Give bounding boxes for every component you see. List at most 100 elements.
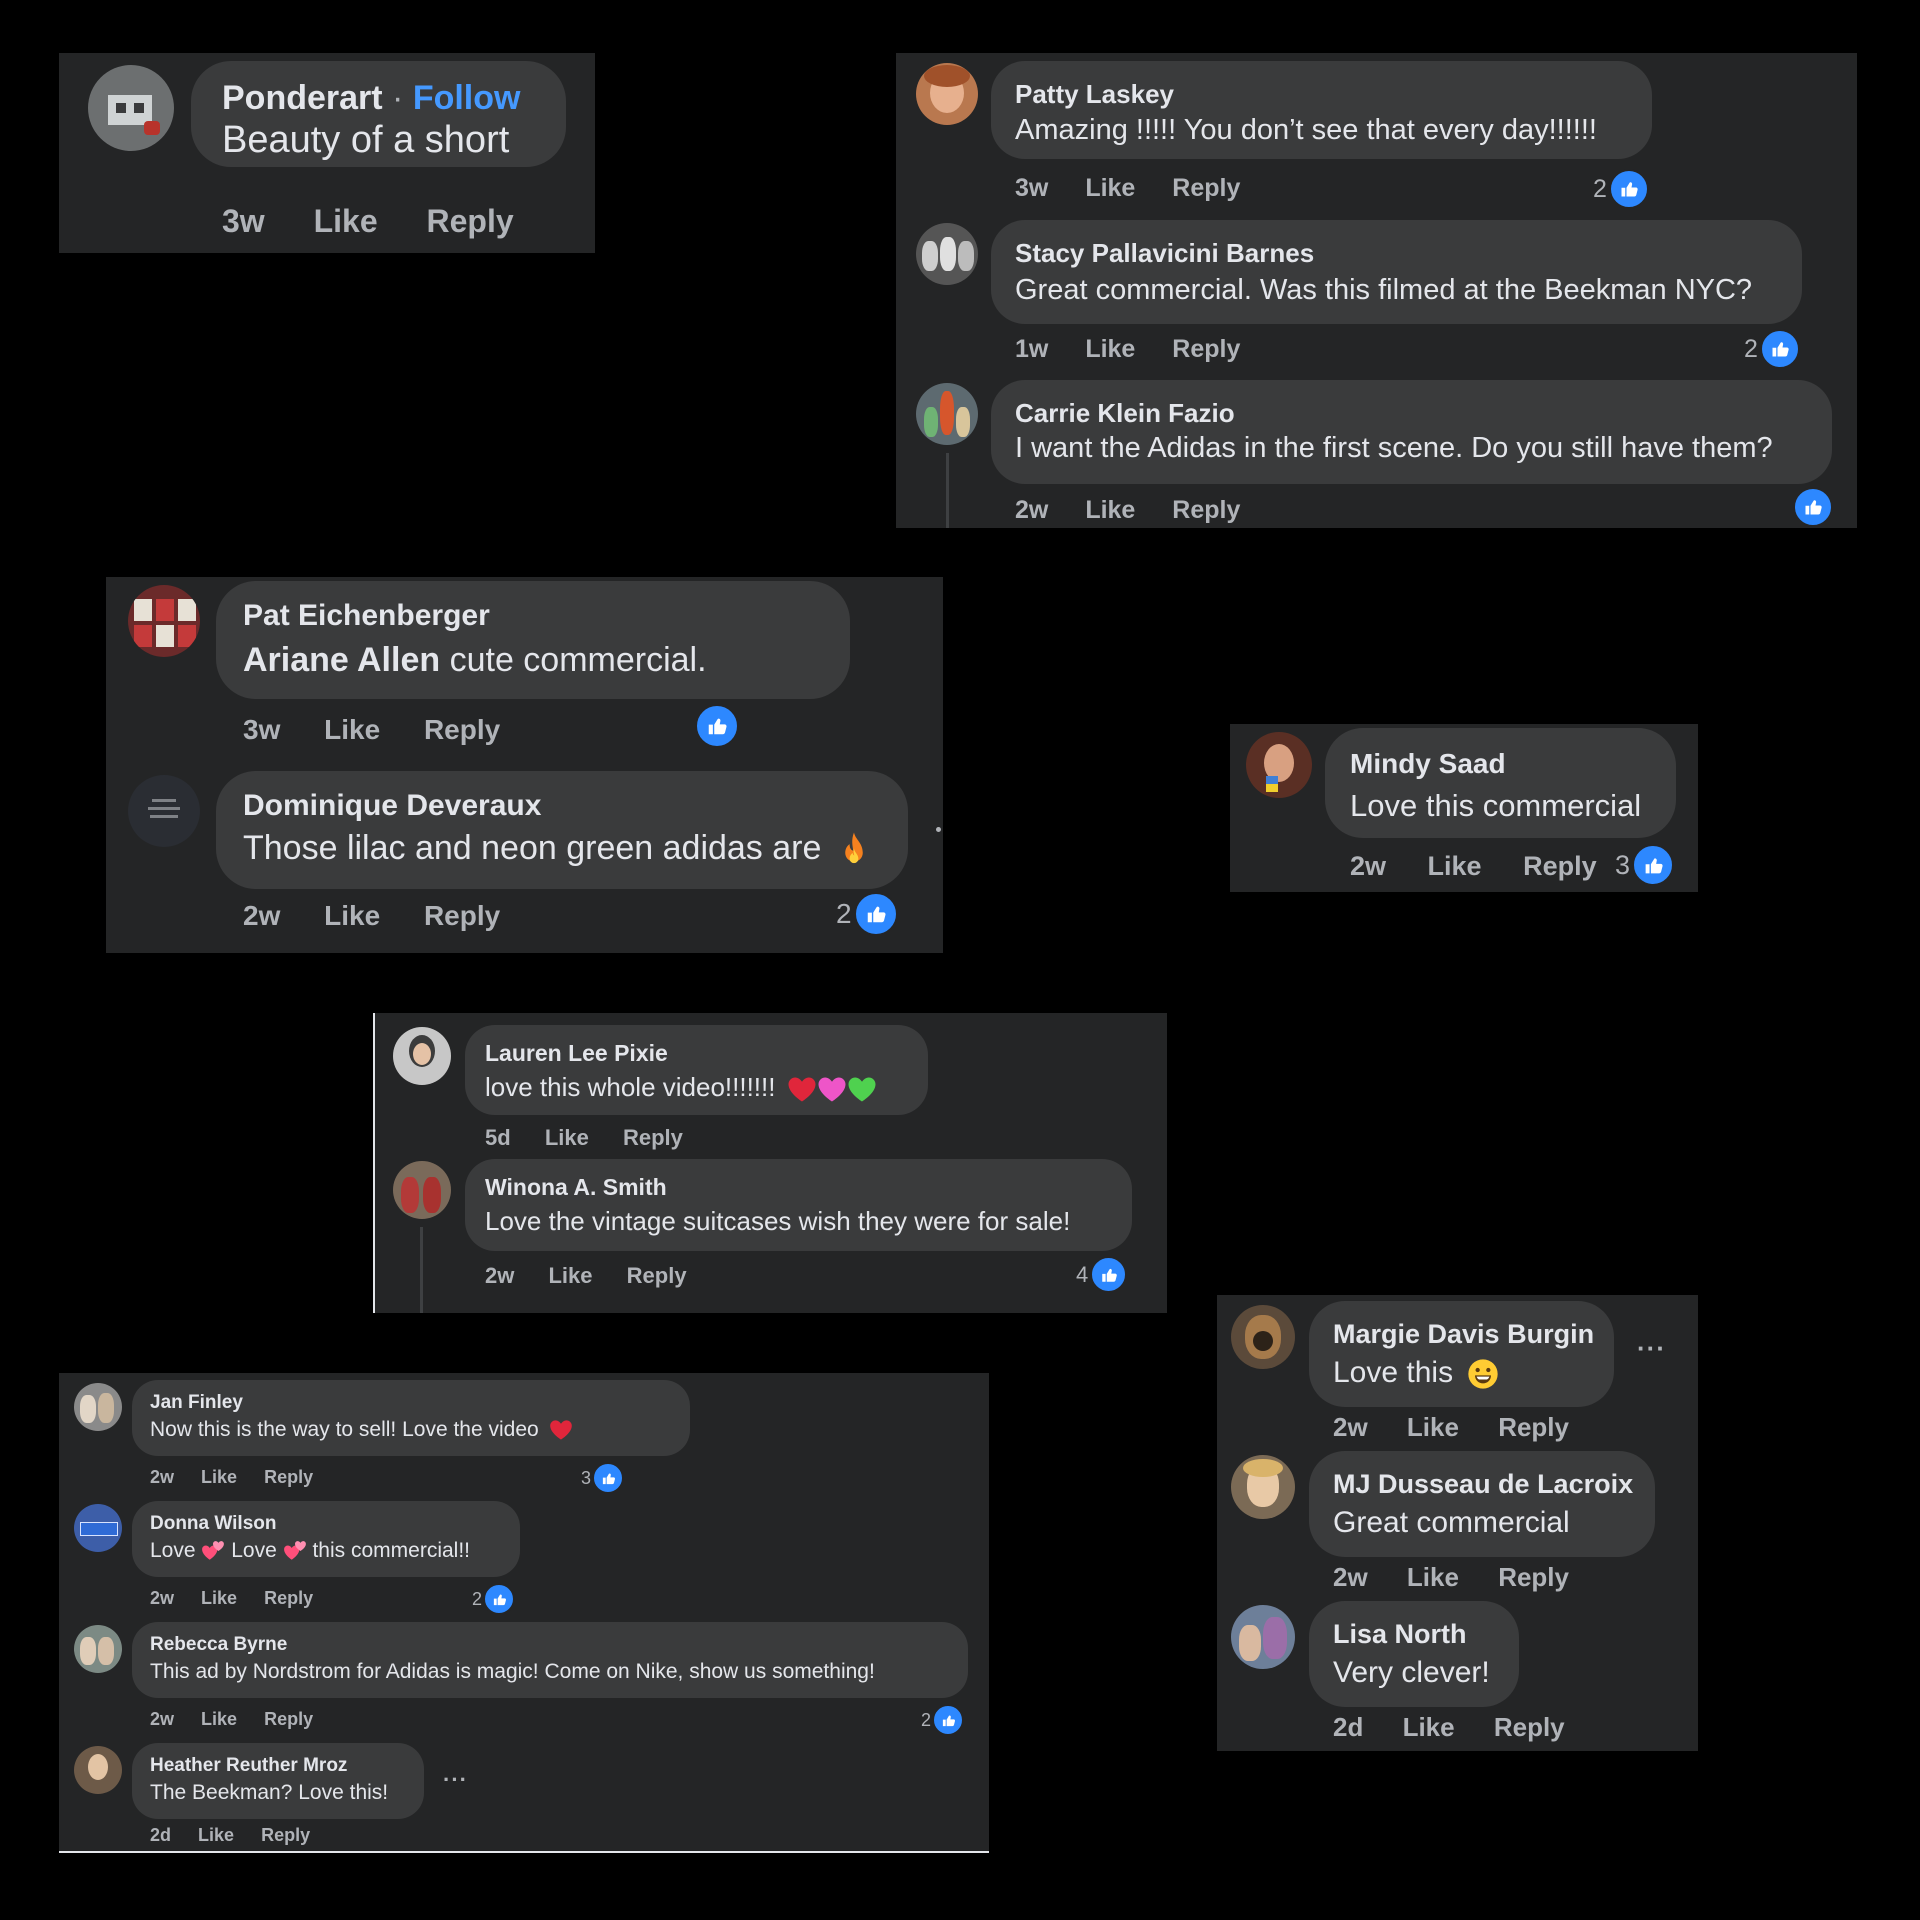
like-link[interactable]: Like — [1085, 174, 1135, 203]
reply-link[interactable]: Reply — [261, 1825, 310, 1846]
avatar[interactable] — [916, 63, 978, 125]
avatar[interactable] — [916, 383, 978, 445]
reply-link[interactable]: Reply — [264, 1709, 313, 1730]
avatar[interactable] — [1231, 1305, 1295, 1369]
avatar[interactable] — [393, 1027, 451, 1085]
author-name[interactable]: Pat Eichenberger — [243, 599, 490, 633]
red-heart-icon — [549, 1419, 573, 1441]
comment-time[interactable]: 3w — [1015, 174, 1048, 203]
avatar[interactable] — [74, 1625, 122, 1673]
comment-time[interactable]: 2w — [1333, 1562, 1368, 1593]
comment-time[interactable]: 1w — [1015, 335, 1048, 364]
reply-link[interactable]: Reply — [1172, 174, 1240, 203]
avatar[interactable] — [1246, 732, 1312, 798]
comment-time[interactable]: 3w — [222, 203, 265, 240]
reaction-count[interactable] — [695, 704, 739, 748]
author-name[interactable]: Heather Reuther Mroz — [150, 1755, 347, 1777]
reply-link[interactable]: Reply — [264, 1467, 313, 1488]
avatar[interactable] — [74, 1746, 122, 1794]
more-options-icon[interactable]: ··· — [1637, 1333, 1666, 1364]
comment-time[interactable]: 2d — [150, 1825, 171, 1846]
comment-time[interactable]: 2w — [1350, 851, 1386, 882]
like-link[interactable]: Like — [314, 203, 378, 240]
author-name[interactable]: MJ Dusseau de Lacroix — [1333, 1469, 1633, 1500]
comment-time[interactable]: 2w — [1333, 1412, 1368, 1443]
avatar[interactable] — [74, 1504, 122, 1552]
author-name[interactable]: Dominique Deveraux — [243, 789, 541, 823]
avatar[interactable] — [88, 65, 174, 151]
author-name[interactable]: Lisa North — [1333, 1619, 1467, 1650]
comment-time[interactable]: 2w — [485, 1263, 514, 1289]
more-options-icon[interactable]: ··· — [443, 1767, 468, 1793]
avatar[interactable] — [128, 585, 200, 657]
author-name[interactable]: Patty Laskey — [1015, 79, 1174, 110]
follow-link[interactable]: Follow — [413, 79, 521, 117]
comment-time[interactable]: 2w — [243, 900, 280, 932]
reaction-count[interactable] — [1793, 487, 1833, 527]
avatar[interactable] — [1231, 1605, 1295, 1669]
avatar[interactable] — [74, 1383, 122, 1431]
reaction-count[interactable]: 3 — [1615, 844, 1675, 886]
like-link[interactable]: Like — [201, 1467, 237, 1488]
reply-link[interactable]: Reply — [264, 1588, 313, 1609]
reply-link[interactable]: Reply — [1523, 851, 1597, 882]
reply-link[interactable]: Reply — [424, 900, 500, 932]
author-name[interactable]: Rebecca Byrne — [150, 1634, 287, 1656]
reply-link[interactable]: Reply — [424, 714, 500, 746]
comment-time[interactable]: 2d — [1333, 1712, 1363, 1743]
like-link[interactable]: Like — [201, 1588, 237, 1609]
reaction-count[interactable]: 4 — [1076, 1256, 1128, 1293]
comment-time[interactable]: 2w — [150, 1709, 174, 1730]
like-link[interactable]: Like — [1085, 496, 1135, 525]
reply-link[interactable]: Reply — [427, 203, 514, 240]
comment-time[interactable]: 2w — [1015, 496, 1048, 525]
avatar[interactable] — [128, 775, 200, 847]
like-link[interactable]: Like — [201, 1709, 237, 1730]
reaction-count[interactable]: 2 — [472, 1583, 516, 1615]
like-link[interactable]: Like — [1085, 335, 1135, 364]
comment-time[interactable]: 3w — [243, 714, 280, 746]
author-name[interactable]: Mindy Saad — [1350, 748, 1506, 780]
comment-time[interactable]: 5d — [485, 1125, 511, 1151]
author-name[interactable]: Donna Wilson — [150, 1513, 277, 1535]
comment-menu-dot[interactable] — [936, 827, 941, 832]
like-link[interactable]: Like — [545, 1125, 589, 1151]
author-name[interactable]: Margie Davis Burgin — [1333, 1319, 1594, 1350]
like-link[interactable]: Like — [1428, 851, 1482, 882]
reply-link[interactable]: Reply — [1172, 496, 1240, 525]
author-name[interactable]: Jan Finley — [150, 1392, 243, 1414]
comment-time[interactable]: 2w — [150, 1588, 174, 1609]
like-link[interactable]: Like — [1407, 1562, 1459, 1593]
like-link[interactable]: Like — [1403, 1712, 1455, 1743]
reaction-count[interactable]: 3 — [581, 1462, 625, 1494]
reply-link[interactable]: Reply — [1494, 1712, 1565, 1743]
reaction-count[interactable]: 2 — [1744, 329, 1800, 369]
reply-link[interactable]: Reply — [627, 1263, 687, 1289]
comment-actions: 2d Like Reply — [150, 1825, 310, 1846]
like-link[interactable]: Like — [548, 1263, 592, 1289]
avatar[interactable] — [1231, 1455, 1295, 1519]
reaction-count[interactable]: 2 — [921, 1704, 965, 1736]
mention-link[interactable]: Ariane Allen — [243, 641, 440, 679]
reply-link[interactable]: Reply — [1172, 335, 1240, 364]
reply-link[interactable]: Reply — [623, 1125, 683, 1151]
author-name[interactable]: Winona A. Smith — [485, 1174, 667, 1201]
like-link[interactable]: Like — [324, 714, 380, 746]
like-link[interactable]: Like — [198, 1825, 234, 1846]
author-name[interactable]: Carrie Klein Fazio — [1015, 398, 1235, 429]
reaction-count[interactable]: 2 — [836, 892, 898, 936]
comment-bubble: Carrie Klein Fazio I want the Adidas in … — [991, 380, 1832, 484]
author-name[interactable]: Ponderart — [222, 79, 383, 117]
reply-link[interactable]: Reply — [1498, 1412, 1569, 1443]
avatar[interactable] — [916, 223, 978, 285]
comment-author[interactable]: Ponderart · Follow — [222, 79, 520, 118]
reply-link[interactable]: Reply — [1498, 1562, 1569, 1593]
comment-bubble: Lisa North Very clever! — [1309, 1601, 1519, 1707]
comment-time[interactable]: 2w — [150, 1467, 174, 1488]
reaction-count[interactable]: 2 — [1593, 169, 1649, 209]
like-link[interactable]: Like — [1407, 1412, 1459, 1443]
avatar[interactable] — [393, 1161, 451, 1219]
like-link[interactable]: Like — [324, 900, 380, 932]
author-name[interactable]: Lauren Lee Pixie — [485, 1040, 668, 1067]
author-name[interactable]: Stacy Pallavicini Barnes — [1015, 238, 1314, 269]
